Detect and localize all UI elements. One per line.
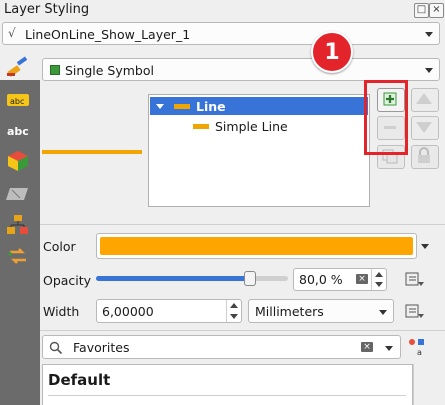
divider <box>48 395 406 396</box>
panel-titlebar: Layer Styling □ × <box>0 0 445 20</box>
unit-select-value: Millimeters <box>255 304 324 319</box>
svg-text:abc: abc <box>7 125 29 138</box>
symbol-library-list: Default <box>42 364 413 405</box>
simple-line-icon <box>193 124 209 129</box>
clear-icon[interactable]: × <box>361 342 373 352</box>
expand-arrow-icon[interactable] <box>156 104 164 109</box>
width-label: Width <box>43 304 80 319</box>
style-sidebar: abc abc <box>0 80 40 405</box>
clear-icon[interactable]: × <box>356 274 368 284</box>
line-symbol-icon <box>174 104 190 109</box>
tree-item-label: Line <box>196 99 226 114</box>
opacity-label: Opacity <box>43 273 92 288</box>
opacity-slider-track[interactable] <box>96 276 288 281</box>
opacity-slider-handle[interactable] <box>243 271 256 286</box>
renderer-select-value: Single Symbol <box>65 63 154 78</box>
symbol-layer-tree: Line Simple Line <box>148 94 370 207</box>
color-label: Color <box>43 239 76 254</box>
color-swatch <box>100 237 413 255</box>
unit-select[interactable]: Millimeters <box>248 299 394 323</box>
divider <box>40 330 445 331</box>
symbol-search-input[interactable]: Favorites × <box>42 335 401 359</box>
divider <box>40 224 445 225</box>
width-spinbox[interactable]: 6,00000 <box>96 299 242 323</box>
chevron-down-icon[interactable] <box>385 346 393 351</box>
paintbrush-icon[interactable] <box>6 56 30 78</box>
color-button[interactable] <box>96 233 417 259</box>
layer-select-value: LineOnLine_Show_Layer_1 <box>25 27 191 42</box>
renderer-select[interactable]: Single Symbol <box>42 58 440 81</box>
data-defined-override-icon[interactable] <box>403 300 425 322</box>
tree-row-line[interactable]: Line <box>150 97 368 115</box>
svg-text:abc: abc <box>10 97 24 106</box>
single-symbol-icon <box>50 65 60 75</box>
callout-highlight-box <box>364 80 408 155</box>
move-down-button[interactable] <box>411 116 439 140</box>
layer-select[interactable]: √ LineOnLine_Show_Layer_1 <box>2 22 440 45</box>
color-menu-button[interactable] <box>419 233 431 259</box>
opacity-slider-fill <box>96 276 250 281</box>
library-scrollbar[interactable] <box>413 364 428 405</box>
labels-icon[interactable]: abc <box>6 90 30 110</box>
fields-icon[interactable] <box>6 214 30 234</box>
chevron-down-icon <box>379 310 387 315</box>
spin-arrows[interactable] <box>226 300 241 322</box>
style-manager-icon[interactable]: a <box>406 336 428 358</box>
svg-text:a: a <box>417 348 422 357</box>
width-value: 6,00000 <box>102 304 154 319</box>
panel-title: Layer Styling <box>4 2 90 17</box>
data-defined-override-icon[interactable] <box>403 268 425 290</box>
symbol-preview-line <box>42 150 142 154</box>
chevron-down-icon <box>425 32 433 37</box>
chevron-down-icon <box>425 68 433 73</box>
float-icon[interactable]: □ <box>414 3 429 18</box>
library-group-title: Default <box>48 371 111 389</box>
chevron-down-icon <box>421 244 429 249</box>
3d-view-icon[interactable] <box>6 150 30 171</box>
opacity-spinbox[interactable]: 80,0 % × <box>293 268 387 291</box>
diagrams-icon[interactable] <box>6 184 30 204</box>
search-icon <box>49 341 63 355</box>
masks-icon[interactable]: abc <box>6 120 30 140</box>
tree-item-label: Simple Line <box>215 119 288 134</box>
close-icon[interactable]: × <box>429 3 444 18</box>
spin-arrows[interactable] <box>371 269 386 290</box>
opacity-value: 80,0 % <box>299 272 343 287</box>
lock-layer-button[interactable] <box>411 145 439 169</box>
move-up-button[interactable] <box>411 88 439 112</box>
search-input-text: Favorites <box>73 340 130 355</box>
callout-number-badge: 1 <box>311 31 353 73</box>
line-layer-icon: √ <box>8 26 16 40</box>
tree-row-simple-line[interactable]: Simple Line <box>150 117 368 135</box>
history-icon[interactable] <box>6 246 30 266</box>
